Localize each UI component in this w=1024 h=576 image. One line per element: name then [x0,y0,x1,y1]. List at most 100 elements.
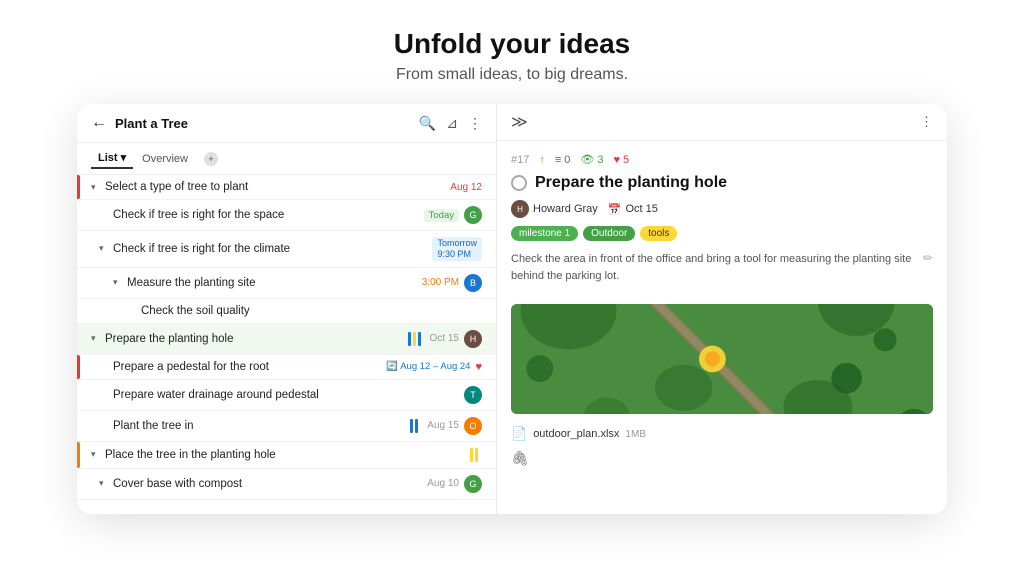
date-chip[interactable]: 📅 Oct 15 [608,203,658,216]
task-detail: #17 ↑ ≡ 0 👁 3 ♥ 5 Prepare [497,141,947,514]
progress-bar [470,448,473,462]
priority-accent [77,442,80,468]
file-attachment[interactable]: 📄 outdoor_plan.xlsx 1MB [511,422,933,446]
edit-description-icon[interactable]: ✏ [923,251,933,265]
more-icon[interactable]: ⋮ [920,114,933,130]
attachment-icon[interactable]: 🖇 [511,450,529,466]
table-row[interactable]: Check the soil quality [77,299,496,324]
task-name: Check the soil quality [141,305,482,317]
more-icon[interactable]: ⋮ [468,115,482,132]
task-meta: Aug 15 O [410,417,482,435]
detail-stats: #17 ↑ ≡ 0 👁 3 ♥ 5 [511,153,933,166]
task-name: Check if tree is right for the climate [113,243,432,255]
up-arrow-icon: ↑ [539,154,545,166]
date-range: 🔄 Aug 12 – Aug 24 [386,361,470,372]
task-complete-circle[interactable] [511,175,527,191]
table-row[interactable]: ▾ Measure the planting site 3:00 PM B [77,268,496,299]
task-date: 3:00 PM [422,277,459,288]
expand-icon[interactable]: ▾ [99,478,109,489]
table-row[interactable]: ▾ Cover base with compost Aug 10 G [77,469,496,500]
file-size: 1MB [625,429,646,440]
table-row[interactable]: ▾ Prepare the planting hole Oct 15 H [77,324,496,355]
right-panel: ≫ ⋮ #17 ↑ ≡ 0 👁 3 ♥ [497,104,947,514]
tab-list-label: List ▾ [98,151,126,164]
task-meta: 3:00 PM B [422,274,482,292]
search-icon[interactable]: 🔍 [419,115,436,132]
task-meta: Aug 12 [450,182,482,193]
tab-add[interactable]: + [197,149,225,169]
tags-row: milestone 1 Outdoor tools [511,226,933,241]
task-date: Aug 12 [450,182,482,193]
tab-list[interactable]: List ▾ [91,148,133,169]
detail-title: Prepare the planting hole [535,174,727,192]
expand-icon[interactable]: ▾ [99,243,109,254]
detail-title-row: Prepare the planting hole [511,174,933,192]
task-date: Aug 15 [427,420,459,431]
hero-title: Unfold your ideas [394,28,630,60]
table-row[interactable]: Check if tree is right for the space Tod… [77,200,496,231]
task-name: Cover base with compost [113,478,427,490]
task-date-badge: Tomorrow9:30 PM [432,237,482,261]
progress-bar [475,448,478,462]
eye-count: 3 [597,154,603,166]
eye-icon: 👁 [580,153,594,166]
heart-count: 5 [623,154,629,166]
avatar: G [464,475,482,493]
heart-icon: ♥ [614,154,621,166]
tabs-bar: List ▾ Overview + [77,143,496,175]
tag-milestone[interactable]: milestone 1 [511,226,578,241]
task-meta: Tomorrow9:30 PM [432,237,482,261]
task-meta: Aug 10 G [427,475,482,493]
expand-icon[interactable]: ▾ [91,449,101,460]
task-name: Prepare water drainage around pedestal [113,389,464,401]
progress-bar [415,419,418,433]
calendar-icon: 📅 [608,203,622,216]
assignee-chip[interactable]: H Howard Gray [511,200,598,218]
progress-bar [410,419,413,433]
detail-description: Check the area in front of the office an… [511,251,915,284]
header-icons: 🔍 ⊿ ⋮ [419,115,482,132]
avatar: B [464,274,482,292]
tag-tools[interactable]: tools [640,226,677,241]
progress-bars [470,448,478,462]
task-number: #17 [511,154,529,166]
tab-add-icon: + [204,152,218,166]
list-count: 0 [564,154,570,166]
table-row[interactable]: Plant the tree in Aug 15 O [77,411,496,442]
right-header: ≫ ⋮ [497,104,947,141]
table-row[interactable]: ▾ Select a type of tree to plant Aug 12 [77,175,496,200]
task-name: Prepare the planting hole [105,333,408,345]
task-name: Prepare a pedestal for the root [113,361,386,373]
expand-icon[interactable]: ▾ [113,277,123,288]
task-date: Aug 10 [427,478,459,489]
due-date: Oct 15 [626,203,658,215]
task-name: Check if tree is right for the space [113,209,424,221]
stat-up: ↑ [539,154,545,166]
tab-overview-label: Overview [142,153,188,165]
app-window: ← Plant a Tree 🔍 ⊿ ⋮ List ▾ Overview + [77,104,947,514]
table-row[interactable]: Prepare a pedestal for the root 🔄 Aug 12… [77,355,496,380]
right-header-icons: ⋮ [920,114,933,130]
priority-accent [77,355,80,379]
task-meta: Today G [424,206,482,224]
expand-panel-icon[interactable]: ≫ [511,112,528,132]
file-name: outdoor_plan.xlsx [533,428,619,440]
tag-outdoor[interactable]: Outdoor [583,226,635,241]
expand-icon[interactable]: ▾ [91,182,101,193]
table-row[interactable]: ▾ Place the tree in the planting hole [77,442,496,469]
table-row[interactable]: Prepare water drainage around pedestal T [77,380,496,411]
project-title: Plant a Tree [115,116,411,131]
stat-list: ≡ 0 [555,154,571,166]
progress-bars [408,332,421,346]
table-row[interactable]: ▾ Check if tree is right for the climate… [77,231,496,268]
back-button[interactable]: ← [91,114,107,132]
task-name: Measure the planting site [127,277,422,289]
task-meta: Oct 15 H [408,330,482,348]
progress-bar [413,332,416,346]
expand-icon[interactable]: ▾ [91,333,101,344]
tab-overview[interactable]: Overview [135,150,195,168]
avatar: G [464,206,482,224]
filter-icon[interactable]: ⊿ [446,115,458,132]
left-header: ← Plant a Tree 🔍 ⊿ ⋮ [77,104,496,143]
list-icon: ≡ [555,154,561,166]
